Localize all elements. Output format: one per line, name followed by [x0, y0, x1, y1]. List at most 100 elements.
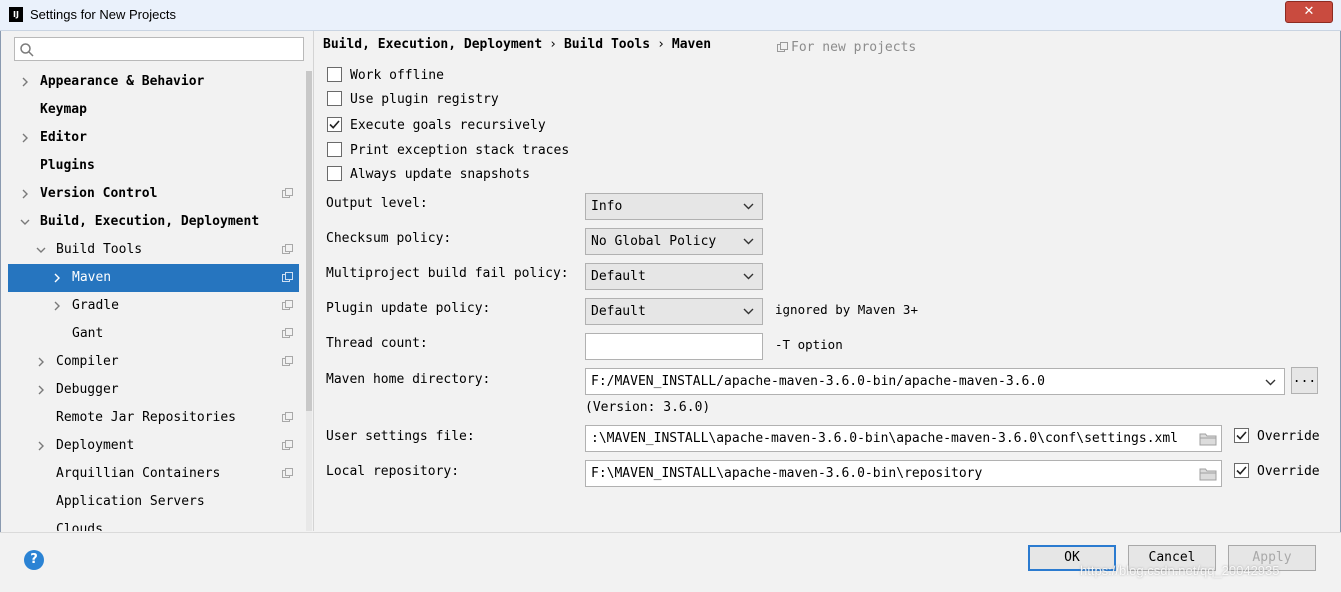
- user-settings-label: User settings file:: [326, 429, 475, 444]
- local-repository-value: F:\MAVEN_INSTALL\apache-maven-3.6.0-bin\…: [591, 466, 983, 481]
- local-repository-label: Local repository:: [326, 464, 460, 479]
- override-label: Override: [1257, 429, 1320, 444]
- local-repository-input[interactable]: F:\MAVEN_INSTALL\apache-maven-3.6.0-bin\…: [585, 460, 1222, 487]
- checkbox-use-plugin-registry[interactable]: Use plugin registry: [327, 90, 499, 110]
- plugin-update-policy-select[interactable]: Default: [585, 298, 763, 325]
- sidebar-item-build-execution-deployment[interactable]: Build, Execution, Deployment: [8, 208, 299, 236]
- sidebar-item-label: Clouds: [56, 522, 103, 531]
- select-value: No Global Policy: [591, 234, 717, 249]
- chevron-down-icon: [743, 203, 754, 210]
- folder-icon[interactable]: [1199, 467, 1217, 481]
- override-label: Override: [1257, 464, 1320, 479]
- chevron-down-icon[interactable]: [20, 217, 30, 227]
- checkbox[interactable]: [1234, 428, 1249, 443]
- help-icon[interactable]: ?: [24, 550, 44, 570]
- maven-home-combo[interactable]: F:/MAVEN_INSTALL/apache-maven-3.6.0-bin/…: [585, 368, 1285, 395]
- chevron-right-icon[interactable]: [36, 441, 46, 451]
- dialog-footer: ? OK Cancel Apply: [0, 532, 1341, 592]
- title-bar: IJ Settings for New Projects ✕: [0, 0, 1341, 31]
- thread-count-input[interactable]: [585, 333, 763, 360]
- sidebar-item-remote-jar-repositories[interactable]: Remote Jar Repositories: [8, 404, 299, 432]
- browse-button[interactable]: ...: [1291, 367, 1318, 394]
- sidebar-item-compiler[interactable]: Compiler: [8, 348, 299, 376]
- chevron-right-icon[interactable]: [20, 133, 30, 143]
- checkmark-icon: [329, 120, 340, 129]
- sidebar-scrollbar-thumb[interactable]: [306, 71, 312, 411]
- search-input[interactable]: [41, 40, 300, 60]
- checkbox-execute-goals-recursively[interactable]: Execute goals recursively: [327, 116, 546, 136]
- folder-icon[interactable]: [1199, 432, 1217, 446]
- checkbox[interactable]: [327, 166, 342, 181]
- checkbox[interactable]: [327, 117, 342, 132]
- sidebar-item-deployment[interactable]: Deployment: [8, 432, 299, 460]
- project-icon: [282, 412, 293, 422]
- checkmark-icon: [1236, 431, 1247, 440]
- sidebar-item-build-tools[interactable]: Build Tools: [8, 236, 299, 264]
- chevron-right-icon[interactable]: [20, 77, 30, 87]
- close-button[interactable]: ✕: [1285, 1, 1333, 23]
- sidebar-item-clouds[interactable]: Clouds: [8, 516, 299, 531]
- sidebar-item-appearance-behavior[interactable]: Appearance & Behavior: [8, 68, 299, 96]
- sidebar-item-label: Gradle: [72, 298, 119, 313]
- sidebar-item-editor[interactable]: Editor: [8, 124, 299, 152]
- fail-policy-label: Multiproject build fail policy:: [326, 266, 569, 281]
- sidebar-item-label: Gant: [72, 326, 104, 341]
- project-icon: [777, 42, 788, 52]
- search-field[interactable]: [14, 37, 304, 61]
- sidebar-item-keymap[interactable]: Keymap: [8, 96, 299, 124]
- for-new-projects-label: For new projects: [791, 40, 917, 55]
- checksum-policy-select[interactable]: No Global Policy: [585, 228, 763, 255]
- maven-home-value: F:/MAVEN_INSTALL/apache-maven-3.6.0-bin/…: [591, 374, 1045, 389]
- sidebar-item-arquillian-containers[interactable]: Arquillian Containers: [8, 460, 299, 488]
- chevron-right-icon[interactable]: [52, 301, 62, 311]
- chevron-right-icon[interactable]: [36, 385, 46, 395]
- user-settings-input[interactable]: :\MAVEN_INSTALL\apache-maven-3.6.0-bin\a…: [585, 425, 1222, 452]
- plugin-update-hint: ignored by Maven 3+: [775, 302, 918, 317]
- checkbox[interactable]: [327, 91, 342, 106]
- sidebar-item-label: Keymap: [40, 102, 87, 117]
- watermark-text: https://blog.csdn.net/qq_20042935: [1080, 563, 1280, 578]
- sidebar-item-label: Editor: [40, 130, 87, 145]
- output-level-select[interactable]: Info: [585, 193, 763, 220]
- checkbox-work-offline[interactable]: Work offline: [327, 66, 444, 86]
- maven-home-label: Maven home directory:: [326, 372, 491, 387]
- plugin-update-policy-label: Plugin update policy:: [326, 301, 491, 316]
- sidebar-item-label: Maven: [72, 270, 112, 285]
- for-new-projects-note: For new projects: [777, 40, 916, 55]
- sidebar-item-application-servers[interactable]: Application Servers: [8, 488, 299, 516]
- select-value: Default: [591, 269, 646, 284]
- project-icon: [282, 468, 293, 478]
- breadcrumb-separator: ›: [657, 37, 665, 52]
- sidebar-item-label: Build Tools: [56, 242, 143, 257]
- checkbox-print-exception-stack-traces[interactable]: Print exception stack traces: [327, 141, 569, 161]
- checkbox[interactable]: [327, 142, 342, 157]
- project-icon: [282, 272, 293, 282]
- thread-count-hint: -T option: [775, 337, 843, 352]
- chevron-down-icon[interactable]: [36, 245, 46, 255]
- chevron-right-icon[interactable]: [36, 357, 46, 367]
- maven-version: (Version: 3.6.0): [585, 400, 711, 415]
- sidebar-item-label: Debugger: [56, 382, 119, 397]
- local-repository-override[interactable]: Override: [1234, 462, 1320, 482]
- chevron-down-icon: [743, 273, 754, 280]
- window-title: Settings for New Projects: [30, 7, 176, 22]
- settings-content: Build, Execution, Deployment › Build Tools…: [314, 31, 1341, 531]
- sidebar-item-label: Build, Execution, Deployment: [40, 214, 260, 229]
- chevron-right-icon[interactable]: [20, 189, 30, 199]
- output-level-label: Output level:: [326, 196, 428, 211]
- sidebar-item-plugins[interactable]: Plugins: [8, 152, 299, 180]
- user-settings-override[interactable]: Override: [1234, 427, 1320, 447]
- sidebar-item-maven[interactable]: Maven: [8, 264, 299, 292]
- checkbox-always-update-snapshots[interactable]: Always update snapshots: [327, 165, 530, 185]
- breadcrumb-item: Build, Execution, Deployment: [323, 37, 543, 52]
- sidebar-item-version-control[interactable]: Version Control: [8, 180, 299, 208]
- sidebar-item-label: Plugins: [40, 158, 95, 173]
- project-icon: [282, 300, 293, 310]
- sidebar-item-debugger[interactable]: Debugger: [8, 376, 299, 404]
- checkbox[interactable]: [327, 67, 342, 82]
- checkbox[interactable]: [1234, 463, 1249, 478]
- sidebar-item-gradle[interactable]: Gradle: [8, 292, 299, 320]
- chevron-right-icon[interactable]: [52, 273, 62, 283]
- sidebar-item-gant[interactable]: Gant: [8, 320, 299, 348]
- fail-policy-select[interactable]: Default: [585, 263, 763, 290]
